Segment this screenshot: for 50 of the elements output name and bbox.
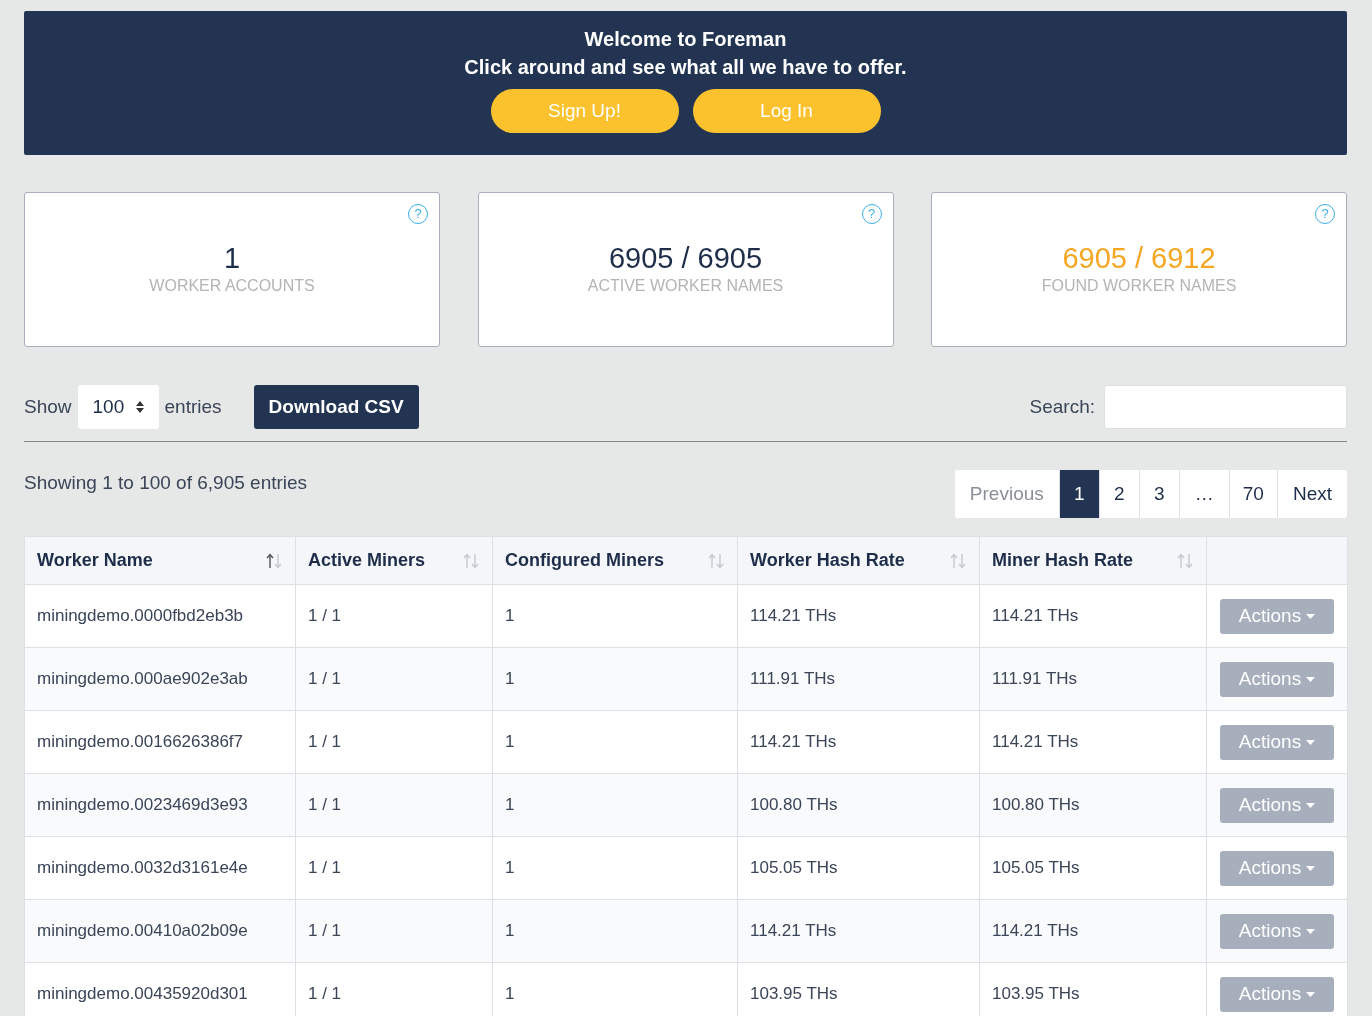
sort-caret-icon [134,400,145,414]
column-header[interactable]: Configured Miners [492,536,738,585]
table-cell: miningdemo.000ae902e3ab [24,647,296,711]
table-cell: 1 [492,773,738,837]
stat-label: ACTIVE WORKER NAMES [587,277,784,295]
table-cell: 103.95 THs [979,962,1207,1016]
column-header[interactable]: Miner Hash Rate [979,536,1207,585]
table-cell: miningdemo.00435920d301 [24,962,296,1016]
download-csv-button[interactable]: Download CSV [253,385,419,429]
table-cell: 111.91 THs [979,647,1207,711]
table-cell: 100.80 THs [737,773,980,837]
caret-icon [1306,865,1316,871]
caret-icon [1306,928,1316,934]
banner-title: Welcome to Foreman [584,27,787,52]
table-cell: 1 / 1 [295,899,493,963]
stat-value: 1 [223,241,241,275]
table-cell: 1 [492,647,738,711]
table-cell: 103.95 THs [737,962,980,1016]
table-cell: 1 / 1 [295,962,493,1016]
search-label: Search: [1029,396,1095,418]
page-button[interactable]: 1 [1058,470,1099,518]
stat-value: 6905 / 6912 [1062,241,1216,275]
show-label: Show [24,396,72,418]
caret-icon [1306,991,1316,997]
table-cell: 1 / 1 [295,647,493,711]
table-cell: 1 [492,899,738,963]
banner-subtitle: Click around and see what all we have to offer. [464,55,907,80]
caret-icon [1306,676,1316,682]
table-cell: miningdemo.00410a02b09e [24,899,296,963]
page-size-select[interactable]: 100 [77,385,159,429]
stat-label: WORKER ACCOUNTS [149,277,315,295]
table-cell: 1 [492,962,738,1016]
search-field[interactable] [1104,385,1347,429]
entries-info: Showing 1 to 100 of 6,905 entries [24,472,308,495]
table-cell: miningdemo.0023469d3e93 [24,773,296,837]
table-cell: 111.91 THs [737,647,980,711]
table-cell: 114.21 THs [737,899,980,963]
caret-icon [1306,739,1316,745]
table-cell: 1 / 1 [295,773,493,837]
caret-icon [1306,613,1316,619]
entries-label: entries [164,396,222,418]
table-cell: 100.80 THs [979,773,1207,837]
column-header[interactable]: Worker Name [24,536,296,585]
caret-icon [1306,802,1316,808]
column-header[interactable]: Worker Hash Rate [737,536,980,585]
pagination-nav-button[interactable]: Next [1276,470,1347,518]
stat-value: 6905 / 6905 [608,241,763,275]
column-header[interactable]: Active Miners [295,536,493,585]
table-cell: 114.21 THs [979,899,1207,963]
stat-label: FOUND WORKER NAMES [1041,277,1237,295]
